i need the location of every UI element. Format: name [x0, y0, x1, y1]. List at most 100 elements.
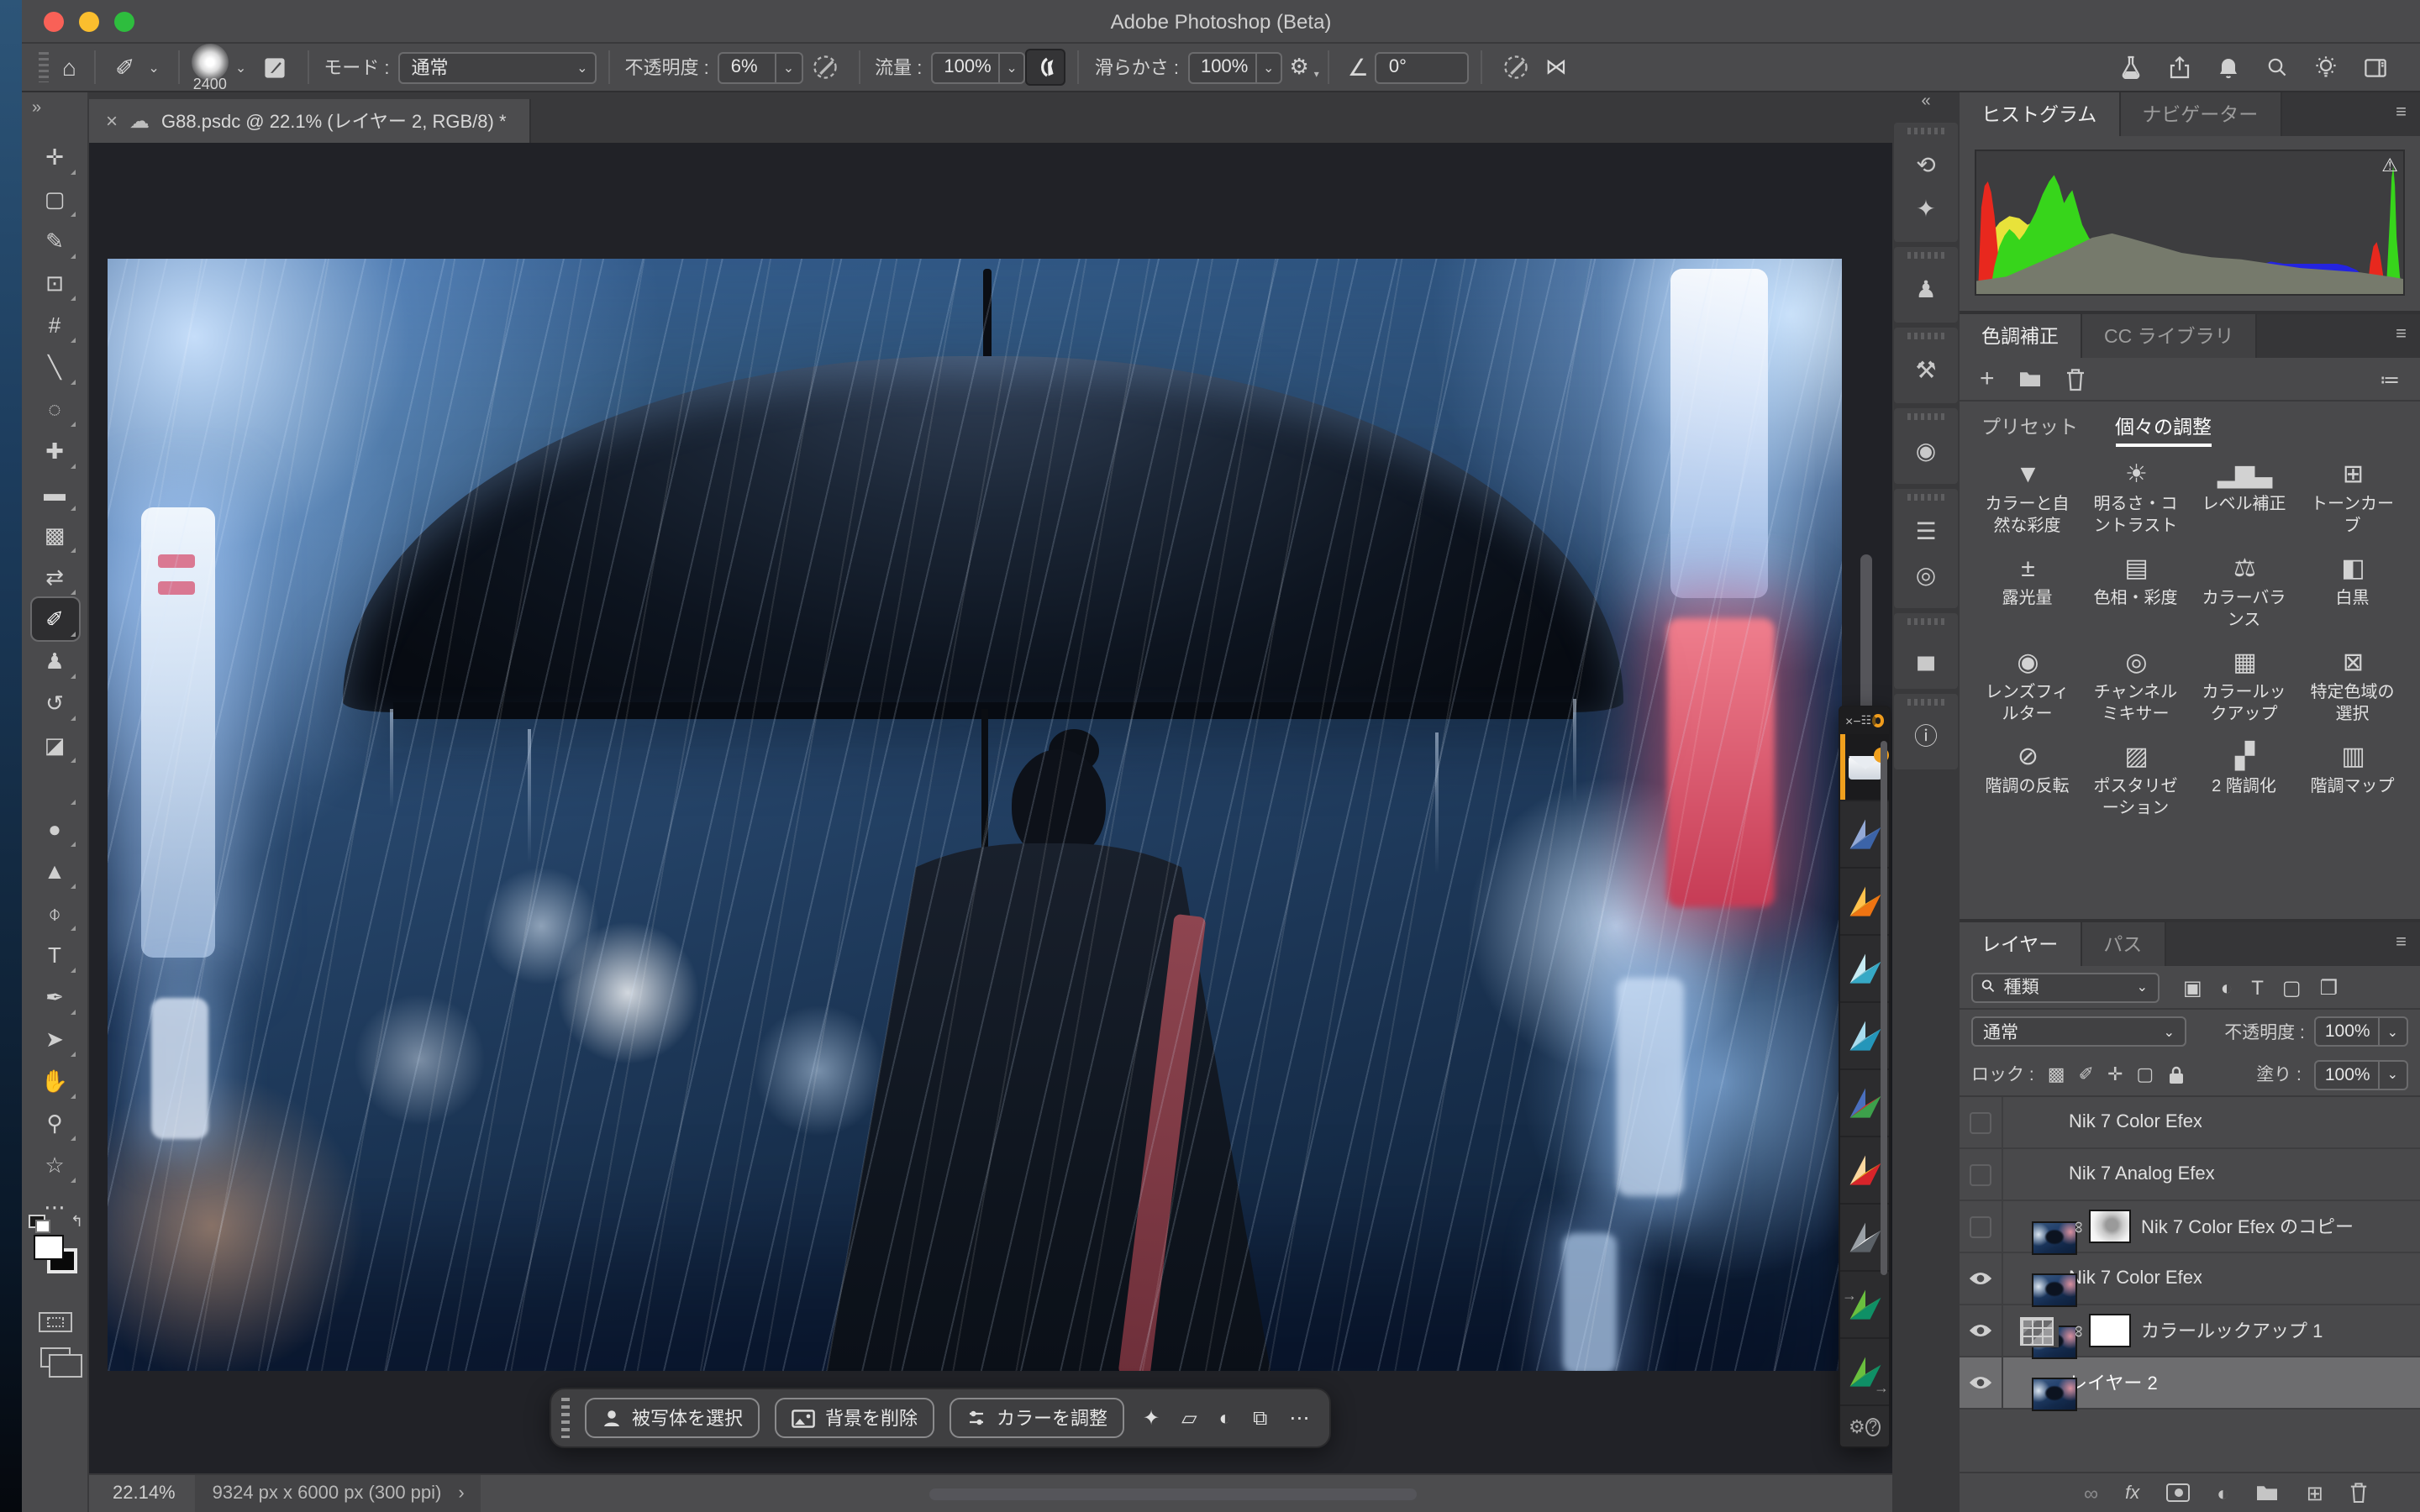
tool-button[interactable] — [31, 766, 78, 808]
taskbar-drag-handle[interactable] — [561, 1398, 570, 1438]
brush-tip-preview[interactable]: 2400 — [192, 43, 229, 92]
panel-icon[interactable]: ◎ — [1916, 553, 1936, 596]
tab-histogram[interactable]: ヒストグラム — [1960, 92, 2120, 136]
adjustment-item[interactable]: ▂▆▃ レベル補正 — [2190, 459, 2298, 538]
layer-name[interactable]: Nik 7 Color Efex — [2069, 1112, 2202, 1132]
adjustment-item[interactable]: ◧ 白黒 — [2298, 553, 2407, 632]
tool-button[interactable]: ☆ — [31, 1144, 78, 1186]
tab-cc-libraries[interactable]: CC ライブラリ — [2082, 314, 2258, 358]
panel-icon[interactable]: ▄ — [1918, 633, 1934, 677]
layer-fill-dropdown[interactable]: 100% ⌄ — [2315, 1059, 2408, 1089]
layer-visibility-toggle[interactable] — [1960, 1097, 2003, 1147]
adjustment-item[interactable]: ± 露光量 — [1973, 553, 2081, 632]
tool-button[interactable]: ✋ — [31, 1060, 78, 1102]
foreground-color-swatch[interactable] — [33, 1235, 63, 1260]
tool-button[interactable]: ✐ — [31, 598, 78, 640]
layer-blend-mode-dropdown[interactable]: 通常 ⌄ — [1971, 1016, 2186, 1047]
layer-thumbnail[interactable] — [2013, 1314, 2059, 1347]
nik-close-icon[interactable]: × — [1845, 713, 1853, 728]
tab-adjustments[interactable]: 色調補正 — [1960, 314, 2082, 358]
flow-dropdown[interactable]: 100% ⌄ — [930, 51, 1025, 83]
adjustment-icon[interactable]: ◐ — [1216, 1406, 1235, 1430]
collapsed-panel-group[interactable]: ▄ — [1894, 613, 1958, 689]
panel-icon[interactable]: ✦ — [1916, 186, 1935, 230]
filter-adjustment-layers-icon[interactable]: ◐ — [2221, 975, 2233, 999]
zoom-level[interactable]: 22.14% — [113, 1483, 176, 1504]
tool-button[interactable]: ⇄ — [31, 556, 78, 598]
tool-button[interactable]: ● — [31, 808, 78, 850]
adjustment-item[interactable]: ◉ レンズフィ ルター — [1973, 647, 2081, 726]
share-icon[interactable] — [2170, 55, 2190, 79]
layer-thumbnail[interactable] — [2032, 1273, 2077, 1307]
adjustment-item[interactable]: ▼ カラーと自 然な彩度 — [1973, 459, 2081, 538]
collapsed-panel-group[interactable]: ◉ — [1894, 408, 1958, 484]
adjustment-item[interactable]: ▤ 色相・彩度 — [2081, 553, 2190, 632]
layer-row[interactable]: ∞ Nik 7 Analog Efex — [1960, 1149, 2420, 1201]
layer-name[interactable]: Nik 7 Color Efex のコピー — [2141, 1213, 2354, 1240]
tool-button[interactable]: ▬ — [31, 472, 78, 514]
tool-button[interactable]: ◪ — [31, 724, 78, 766]
select-subject-button[interactable]: 被写体を選択 — [585, 1398, 760, 1438]
pressure-opacity-icon[interactable] — [811, 54, 838, 81]
add-mask-icon[interactable] — [2166, 1483, 2190, 1502]
nik-minimize-icon[interactable]: − — [1853, 713, 1860, 728]
tab-layers[interactable]: レイヤー — [1960, 922, 2081, 966]
add-image-icon[interactable]: ⧉ — [1249, 1405, 1270, 1431]
tab-navigator[interactable]: ナビゲーター — [2120, 92, 2281, 136]
adjustment-item[interactable]: ⊞ トーンカー ブ — [2298, 459, 2407, 538]
document-tab[interactable]: × ☁ G88.psdc @ 22.1% (レイヤー 2, RGB/8) * — [89, 99, 532, 143]
layer-name[interactable]: Nik 7 Color Efex — [2069, 1268, 2202, 1289]
smoothing-dropdown[interactable]: 100% ⌄ — [1187, 51, 1282, 83]
layer-visibility-toggle[interactable] — [1960, 1357, 2003, 1408]
search-icon[interactable] — [2267, 57, 2287, 77]
lock-paint-icon[interactable]: ✐ — [2079, 1063, 2094, 1085]
subtab-single-adjustments[interactable]: 個々の調整 — [2115, 402, 2212, 452]
adjustment-item[interactable]: ⊠ 特定色域の 選択 — [2298, 647, 2407, 726]
layer-opacity-dropdown[interactable]: 100% ⌄ — [2315, 1016, 2408, 1047]
adjustment-item[interactable]: ▞ 2 階調化 — [2190, 741, 2298, 820]
collapsed-panel-group[interactable]: ⟲ ✦ — [1894, 123, 1958, 242]
more-options-icon[interactable]: ⋯ — [1286, 1406, 1313, 1430]
layer-style-fx-icon[interactable]: fx — [2125, 1483, 2139, 1503]
brush-angle-input[interactable]: 0° — [1376, 51, 1470, 83]
nik-help-icon[interactable]: ? — [1865, 1417, 1881, 1436]
new-group-folder-icon[interactable] — [2256, 1483, 2280, 1502]
swap-colors-icon[interactable]: ↰ — [71, 1213, 83, 1231]
folder-icon[interactable] — [2018, 370, 2042, 388]
panel-icon[interactable]: ⓘ — [1914, 714, 1938, 758]
layer-name[interactable]: レイヤー 2 — [2069, 1369, 2158, 1396]
layer-row[interactable]: ∞ カラールックアップ 1 — [1960, 1305, 2420, 1357]
transform-icon[interactable]: ▱ — [1178, 1406, 1200, 1430]
tool-button[interactable]: ▢ — [31, 178, 78, 220]
nik-plugin-button[interactable]: → — [1840, 1339, 1889, 1406]
layer-mask-thumbnail[interactable] — [2089, 1314, 2131, 1347]
filter-type-layers-icon[interactable]: T — [2251, 975, 2264, 999]
tool-button[interactable]: ↺ — [31, 682, 78, 724]
trash-icon[interactable] — [2065, 367, 2086, 391]
filter-pixel-layers-icon[interactable]: ▣ — [2183, 975, 2202, 999]
nik-scrollbar[interactable] — [1881, 741, 1887, 1275]
default-colors-icon[interactable] — [28, 1215, 45, 1228]
collapsed-panel-group[interactable]: ⓘ — [1894, 694, 1958, 769]
quick-mask-button[interactable] — [38, 1312, 71, 1332]
tool-button[interactable]: ⚲ — [31, 1102, 78, 1144]
brush-size-chevron[interactable]: ⌄ — [229, 44, 253, 91]
collapsed-panel-group[interactable]: ♟ — [1894, 247, 1958, 323]
panel-icon[interactable]: ⟲ — [1916, 143, 1935, 186]
layer-name[interactable]: カラールックアップ 1 — [2141, 1317, 2323, 1344]
tool-button[interactable]: ✎ — [31, 220, 78, 262]
panel-menu-icon[interactable]: ≡ — [2396, 102, 2407, 123]
discover-bulb-icon[interactable] — [2316, 55, 2336, 79]
close-document-icon[interactable]: × — [106, 109, 118, 133]
adjustment-item[interactable]: ◎ チャンネル ミキサー — [2081, 647, 2190, 726]
lock-artboard-icon[interactable]: ▢ — [2136, 1063, 2154, 1085]
tool-button[interactable]: ✒ — [31, 976, 78, 1018]
list-view-icon[interactable]: ≔ — [2380, 367, 2400, 391]
smoothing-options-gear-icon[interactable]: ⚙ — [1282, 54, 1315, 81]
magic-wand-icon[interactable]: ✦ — [1139, 1406, 1163, 1430]
nik-settings-gear-icon[interactable]: ⚙ — [1849, 1415, 1865, 1437]
layer-filter-dropdown[interactable]: ⚲ 種類 ⌄ — [1971, 972, 2160, 1002]
filter-shape-layers-icon[interactable]: ▢ — [2282, 975, 2302, 999]
layer-visibility-toggle[interactable] — [1960, 1253, 2003, 1304]
panel-menu-icon[interactable]: ≡ — [2396, 932, 2407, 953]
